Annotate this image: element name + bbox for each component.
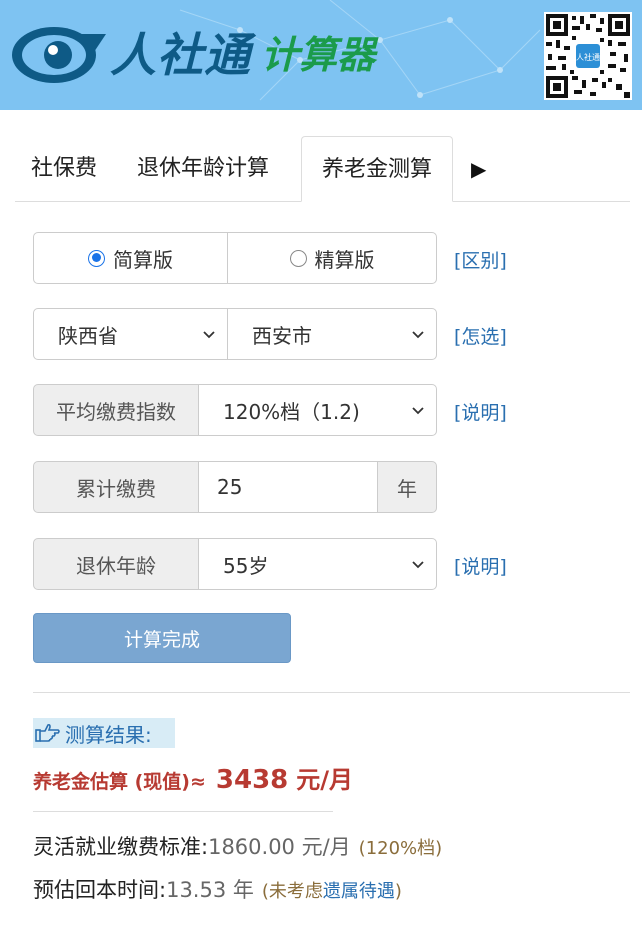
- retire-age-help-link[interactable]: [说明]: [454, 552, 507, 579]
- header-banner: 人社通 计算器 人社通: [0, 0, 642, 110]
- precise-version-label: 精算版: [314, 247, 375, 272]
- calculate-button[interactable]: 计算完成: [33, 613, 291, 663]
- index-label: 平均缴费指数: [33, 384, 199, 436]
- qr-code-icon: 人社通: [544, 12, 632, 100]
- years-input[interactable]: 25: [198, 461, 378, 513]
- chevron-down-icon: [412, 407, 424, 415]
- index-help-link[interactable]: [说明]: [454, 398, 507, 425]
- retire-age-selector: 退休年龄 55岁: [33, 538, 437, 590]
- version-selector: 简算版 精算版: [33, 232, 437, 284]
- years-input-group: 累计缴费 25 年: [33, 461, 437, 513]
- logo-subtitle: 计算器: [261, 33, 376, 77]
- pension-unit: 元/月: [296, 766, 354, 794]
- pointing-hand-icon: [35, 723, 60, 742]
- pension-estimate: 养老金估算 (现值)≈ 3438 元/月: [33, 760, 353, 796]
- tab-retire-age[interactable]: 退休年龄计算: [137, 136, 269, 202]
- payback-label: 预估回本时间:: [33, 878, 167, 902]
- city-select[interactable]: 西安市: [227, 308, 437, 360]
- retire-age-value: 55岁: [223, 553, 269, 578]
- province-value: 陕西省: [58, 323, 118, 348]
- payback-note: (未考虑遗属待遇): [262, 877, 402, 903]
- payback-note-post: ): [394, 881, 402, 902]
- tab-bar: 社保费 退休年龄计算 养老金测算 ▶: [15, 136, 630, 202]
- region-selector: 陕西省 西安市: [33, 308, 437, 360]
- index-selector: 平均缴费指数 120%档（1.2): [33, 384, 437, 436]
- region-help-link[interactable]: [怎选]: [454, 322, 507, 349]
- pension-label: 养老金估算 (现值)≈: [33, 771, 206, 793]
- simple-version-label: 简算版: [113, 247, 173, 272]
- payback-value: 13.53 年: [166, 878, 254, 902]
- tab-social-fee[interactable]: 社保费: [31, 136, 97, 202]
- radio-checked-icon[interactable]: [88, 249, 105, 267]
- years-label: 累计缴费: [33, 461, 199, 513]
- result-divider: [33, 811, 333, 812]
- chevron-down-icon: [203, 331, 215, 339]
- standard-label: 灵活就业缴费标准:: [33, 835, 209, 859]
- years-unit: 年: [377, 461, 437, 513]
- survivor-benefit-link[interactable]: 遗属待遇: [323, 881, 395, 902]
- index-value: 120%档（1.2): [223, 399, 360, 424]
- standard-note: (120%档): [358, 838, 443, 859]
- city-value: 西安市: [252, 323, 312, 348]
- pension-value: 3438: [215, 765, 289, 795]
- retire-age-select[interactable]: 55岁: [198, 538, 437, 590]
- payback-note-pre: (未考虑: [261, 881, 323, 902]
- standard-row: 灵活就业缴费标准: 1860.00 元/月 (120%档): [33, 831, 442, 861]
- tab-pension-estimate[interactable]: 养老金测算: [301, 136, 453, 202]
- radio-unchecked-icon[interactable]: [289, 249, 307, 267]
- qr-center-label: 人社通: [576, 52, 600, 62]
- payback-row: 预估回本时间: 13.53 年 (未考虑遗属待遇): [33, 874, 402, 904]
- province-select[interactable]: 陕西省: [33, 308, 228, 360]
- result-heading-label: 测算结果:: [65, 722, 152, 747]
- chevron-down-icon: [412, 331, 424, 339]
- section-divider: [33, 692, 630, 693]
- logo-title: 人社通: [110, 28, 251, 82]
- retire-age-label: 退休年龄: [33, 538, 199, 590]
- result-heading: 测算结果:: [33, 718, 175, 748]
- chevron-down-icon: [412, 561, 424, 569]
- eye-logo-icon: [12, 27, 106, 83]
- precise-version-option[interactable]: 精算版: [227, 232, 437, 284]
- years-value: 25: [217, 475, 243, 499]
- tab-more-arrow-icon[interactable]: ▶: [471, 136, 501, 202]
- app-logo: 人社通 计算器: [10, 22, 375, 88]
- simple-version-option[interactable]: 简算版: [33, 232, 228, 284]
- index-select[interactable]: 120%档（1.2): [198, 384, 437, 436]
- standard-value: 1860.00 元/月: [208, 835, 351, 859]
- version-diff-link[interactable]: [区别]: [454, 246, 507, 273]
